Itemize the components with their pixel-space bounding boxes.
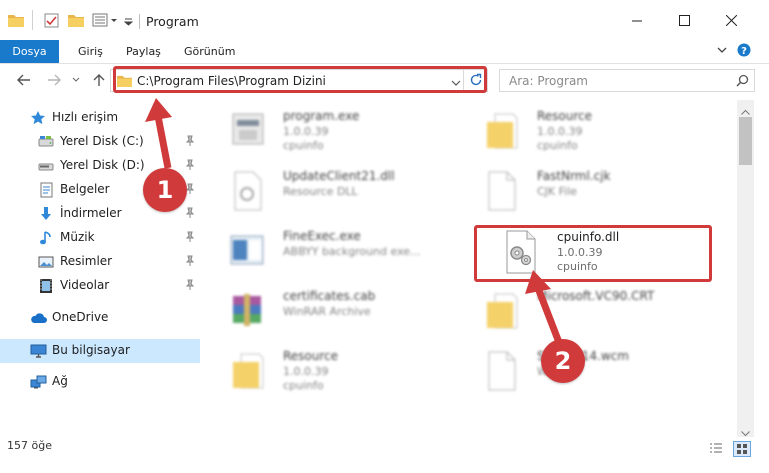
annotation-arrows xyxy=(145,98,564,347)
step-badge-2: 2 xyxy=(541,339,585,383)
arrow-2-head xyxy=(525,270,551,294)
arrow-1 xyxy=(154,115,172,169)
arrow-1-head xyxy=(145,98,172,122)
step-badge-1: 1 xyxy=(143,168,187,212)
arrow-2 xyxy=(534,286,564,347)
